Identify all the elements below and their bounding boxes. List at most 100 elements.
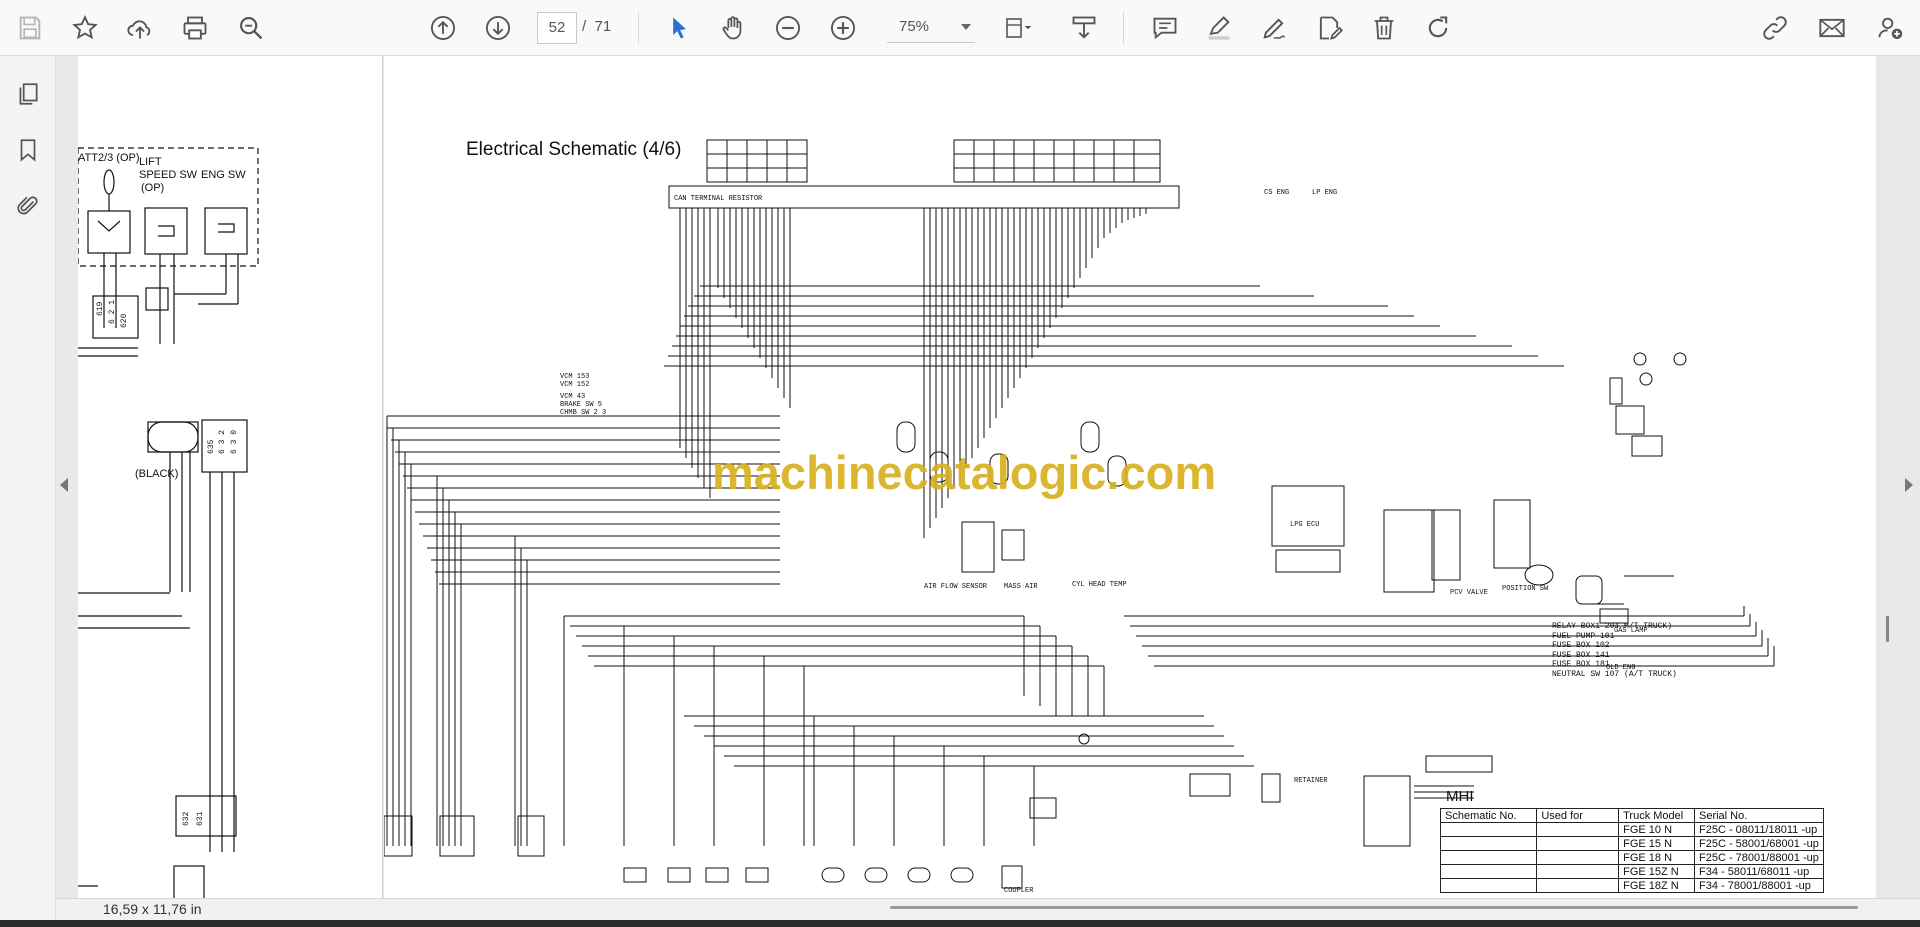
page-up-icon[interactable] [423, 8, 463, 48]
zoom-out-search-icon[interactable] [231, 8, 271, 48]
previous-page-arrow[interactable] [60, 478, 68, 492]
cursor-select-icon[interactable] [659, 8, 699, 48]
left-sidebar [0, 56, 56, 920]
cloud-upload-icon[interactable] [120, 8, 160, 48]
bookmark-star-icon[interactable] [65, 8, 105, 48]
svg-text:CS ENG: CS ENG [1264, 189, 1289, 197]
previous-page: 619 6 2 1 620 635 6 3 2 6 3 0 632 631 AT… [78, 56, 383, 901]
taskbar-strip [0, 920, 1920, 927]
fit-page-icon[interactable] [995, 8, 1041, 48]
black-connector-label: (BLACK) [135, 468, 179, 480]
lift-label: LIFT [139, 156, 162, 168]
svg-text:BRAKE SW 5: BRAKE SW 5 [560, 401, 602, 409]
svg-text:620: 620 [120, 313, 129, 328]
chevron-down-icon [961, 24, 971, 30]
page-total: / 71 [582, 12, 611, 42]
toolbar-divider [638, 12, 639, 44]
truck-model: FGE 15Z N [1618, 864, 1695, 879]
signal-label: FUSE BOX 181 [1552, 660, 1610, 669]
att-label: ATT2/3 (OP) [78, 152, 140, 164]
edit-document-icon[interactable] [1309, 8, 1349, 48]
serial-table-wrap: Schematic No. Used for Truck Model Seria… [1439, 808, 1825, 898]
page-size-readout: 16,59 x 11,76 in [103, 901, 202, 917]
svg-text:CAN TERMINAL RESISTOR: CAN TERMINAL RESISTOR [674, 195, 763, 203]
svg-text:VCM 153: VCM 153 [560, 373, 589, 381]
svg-text:6 3 0: 6 3 0 [230, 430, 239, 454]
svg-text:CYL HEAD TEMP: CYL HEAD TEMP [1072, 581, 1127, 589]
pages-icon[interactable] [10, 76, 46, 112]
speed-sw-label: SPEED SW [139, 169, 198, 181]
svg-text:VCM 152: VCM 152 [560, 381, 589, 389]
download-icon[interactable] [1064, 8, 1104, 48]
redo-icon[interactable] [1418, 8, 1458, 48]
hand-pan-icon[interactable] [713, 8, 753, 48]
signal-label: NEUTRAL SW 107 (A/T TRUCK) [1552, 669, 1677, 679]
page-number-input[interactable]: 52 [537, 12, 577, 44]
table-row: FGE 15Z N F34 - 58011/68011 -up [1439, 864, 1825, 879]
table-row: FGE 18Z N F34 - 78001/88001 -up [1439, 878, 1825, 893]
svg-text:PCV VALVE: PCV VALVE [1450, 589, 1488, 597]
next-page-arrow[interactable] [1905, 478, 1913, 492]
print-icon[interactable] [175, 8, 215, 48]
main-toolbar: 52 / 71 75% [0, 0, 1920, 56]
signal-label: FUSE BOX 102 [1552, 641, 1610, 650]
save-icon[interactable] [10, 8, 50, 48]
svg-text:6 3 2: 6 3 2 [218, 430, 227, 454]
zoom-select[interactable]: 75% [887, 12, 975, 43]
svg-text:LP ENG: LP ENG [1312, 189, 1337, 197]
truck-model: FGE 10 N [1618, 822, 1695, 837]
comment-icon[interactable] [1145, 8, 1185, 48]
total-pages: 71 [594, 18, 612, 35]
page-down-icon[interactable] [478, 8, 518, 48]
sign-icon[interactable] [1254, 8, 1294, 48]
svg-text:635: 635 [207, 439, 216, 454]
vertical-scrollbar[interactable] [1886, 616, 1889, 642]
share-icon[interactable] [1755, 8, 1795, 48]
schematic-title: Electrical Schematic (4/6) [466, 139, 682, 160]
watermark: machinecatalogic.com [712, 446, 1217, 499]
highlight-icon[interactable] [1199, 8, 1239, 48]
svg-text:619: 619 [96, 301, 105, 316]
svg-text:632: 632 [182, 811, 191, 826]
table-header: Serial No. [1693, 808, 1825, 823]
page-separator: / [582, 18, 587, 35]
zoom-value: 75% [899, 18, 930, 35]
table-header: Schematic No. [1439, 808, 1538, 823]
svg-text:COUPLER: COUPLER [1004, 887, 1034, 895]
svg-text:POSITION SW: POSITION SW [1502, 585, 1549, 593]
status-bar [56, 898, 1920, 921]
right-signal-labels: RELAY BOX1 204 M/T TRUCK) FUEL PUMP 101 … [1552, 622, 1677, 679]
serial-no: F25C - 58001/68001 -up [1693, 836, 1825, 851]
signal-label: FUEL PUMP 101 [1552, 631, 1615, 641]
table-header-row: Schematic No. Used for Truck Model Seria… [1439, 808, 1825, 823]
serial-table: Schematic No. Used for Truck Model Seria… [1439, 808, 1825, 893]
horizontal-scrollbar[interactable] [890, 906, 1858, 909]
serial-no: F34 - 58011/68011 -up [1693, 864, 1825, 879]
signal-label: RELAY BOX1 204 M/T TRUCK) [1552, 622, 1673, 631]
bookmarks-icon[interactable] [10, 132, 46, 168]
svg-text:631: 631 [196, 811, 205, 826]
serial-no: F25C - 78001/88001 -up [1693, 850, 1825, 865]
add-user-icon[interactable] [1870, 8, 1910, 48]
mail-icon[interactable] [1812, 8, 1852, 48]
table-row: FGE 18 N F25C - 78001/88001 -up [1439, 850, 1825, 865]
svg-text:CHMB SW 2 3: CHMB SW 2 3 [560, 409, 606, 417]
zoom-out-icon[interactable] [768, 8, 808, 48]
table-row: FGE 15 N F25C - 58001/68001 -up [1439, 836, 1825, 851]
signal-label: FUSE BOX 141 [1552, 650, 1610, 660]
table-header: Truck Model [1618, 808, 1695, 823]
svg-text:VCM 43: VCM 43 [560, 393, 585, 401]
svg-text:LPG ECU: LPG ECU [1290, 521, 1319, 529]
svg-text:MASS AIR: MASS AIR [1004, 583, 1038, 591]
zoom-in-icon[interactable] [823, 8, 863, 48]
svg-text:6 2 1: 6 2 1 [108, 300, 117, 324]
svg-text:AIR FLOW SENSOR: AIR FLOW SENSOR [924, 583, 988, 591]
serial-no: F34 - 78001/88001 -up [1693, 878, 1825, 893]
attachments-icon[interactable] [10, 188, 46, 224]
table-row: FGE 10 N F25C - 08011/18011 -up [1439, 822, 1825, 837]
toolbar-divider [1123, 12, 1124, 44]
truck-model: FGE 18Z N [1618, 878, 1695, 893]
delete-icon[interactable] [1364, 8, 1404, 48]
table-header: Used for [1536, 808, 1620, 823]
truck-model: FGE 18 N [1618, 850, 1695, 865]
